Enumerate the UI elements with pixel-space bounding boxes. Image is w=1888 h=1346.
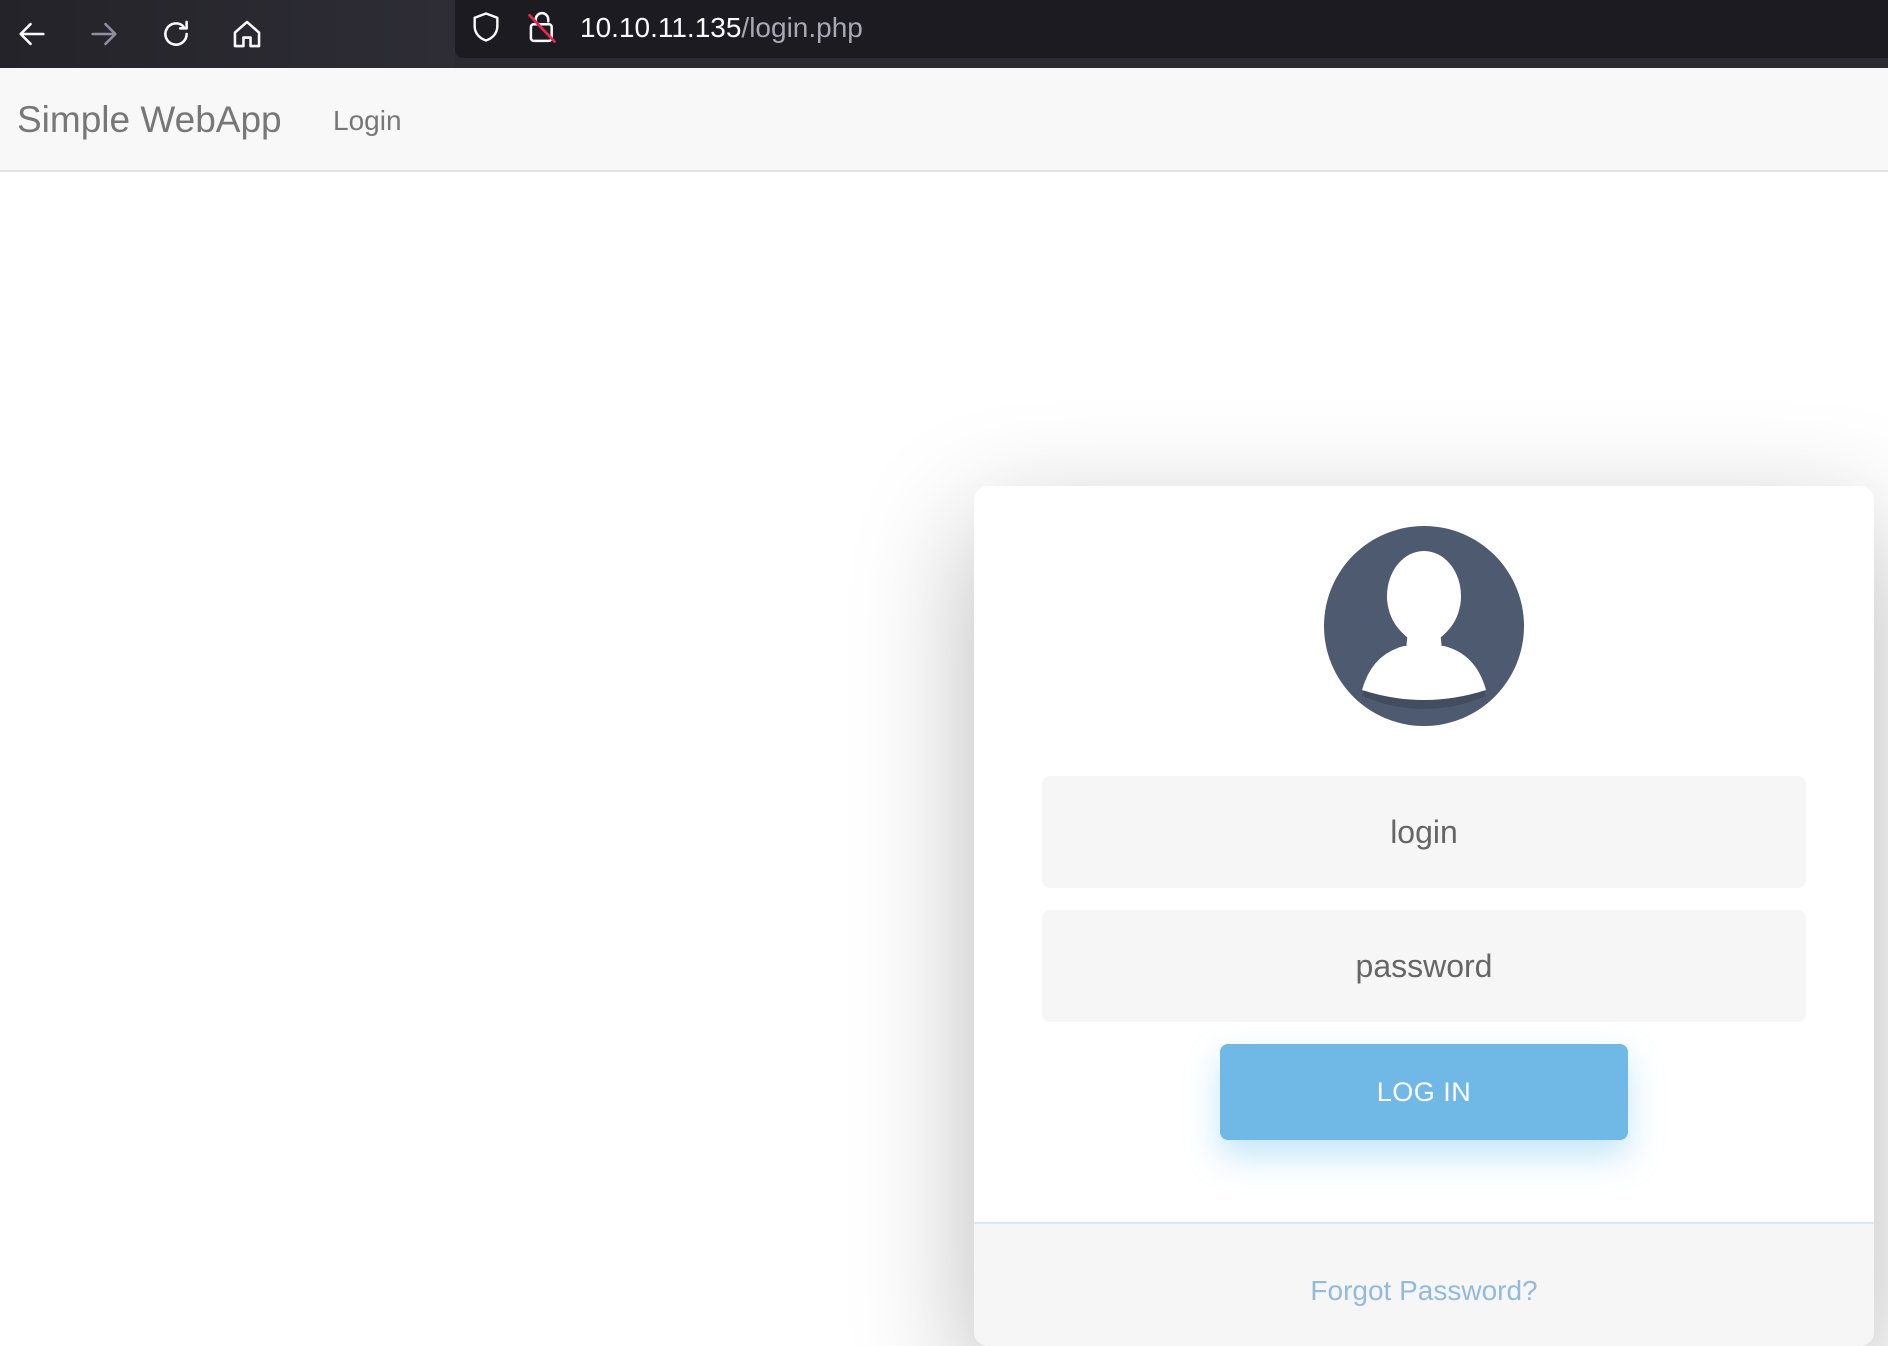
url-bar[interactable]: 10.10.11.135/login.php xyxy=(455,0,1888,58)
reload-icon xyxy=(164,20,188,46)
home-icon xyxy=(233,20,261,48)
back-arrow-icon xyxy=(19,22,45,46)
insecure-lock-icon[interactable] xyxy=(525,9,559,45)
site-navbar: Simple WebApp Login xyxy=(0,68,1888,172)
url-path: /login.php xyxy=(741,12,863,43)
url-host: 10.10.11.135 xyxy=(580,12,742,43)
user-avatar-icon xyxy=(1324,526,1524,726)
card-footer: Forgot Password? xyxy=(974,1222,1874,1346)
browser-nav-buttons xyxy=(0,0,455,68)
reload-button[interactable] xyxy=(148,6,204,62)
home-button[interactable] xyxy=(219,6,275,62)
forgot-password-link[interactable]: Forgot Password? xyxy=(974,1274,1874,1308)
shield-icon[interactable] xyxy=(469,10,503,44)
forward-button[interactable] xyxy=(76,6,132,62)
forward-arrow-icon xyxy=(91,22,117,46)
navbar-link-login[interactable]: Login xyxy=(333,104,402,138)
browser-toolbar: 10.10.11.135/login.php xyxy=(0,0,1888,68)
login-button[interactable]: LOG IN xyxy=(1220,1044,1628,1140)
login-card: LOG IN Forgot Password? xyxy=(974,486,1874,1346)
login-input[interactable] xyxy=(1042,776,1806,888)
navbar-brand[interactable]: Simple WebApp xyxy=(17,98,282,142)
password-input[interactable] xyxy=(1042,910,1806,1022)
url-text[interactable]: 10.10.11.135/login.php xyxy=(580,11,863,45)
back-button[interactable] xyxy=(4,6,60,62)
